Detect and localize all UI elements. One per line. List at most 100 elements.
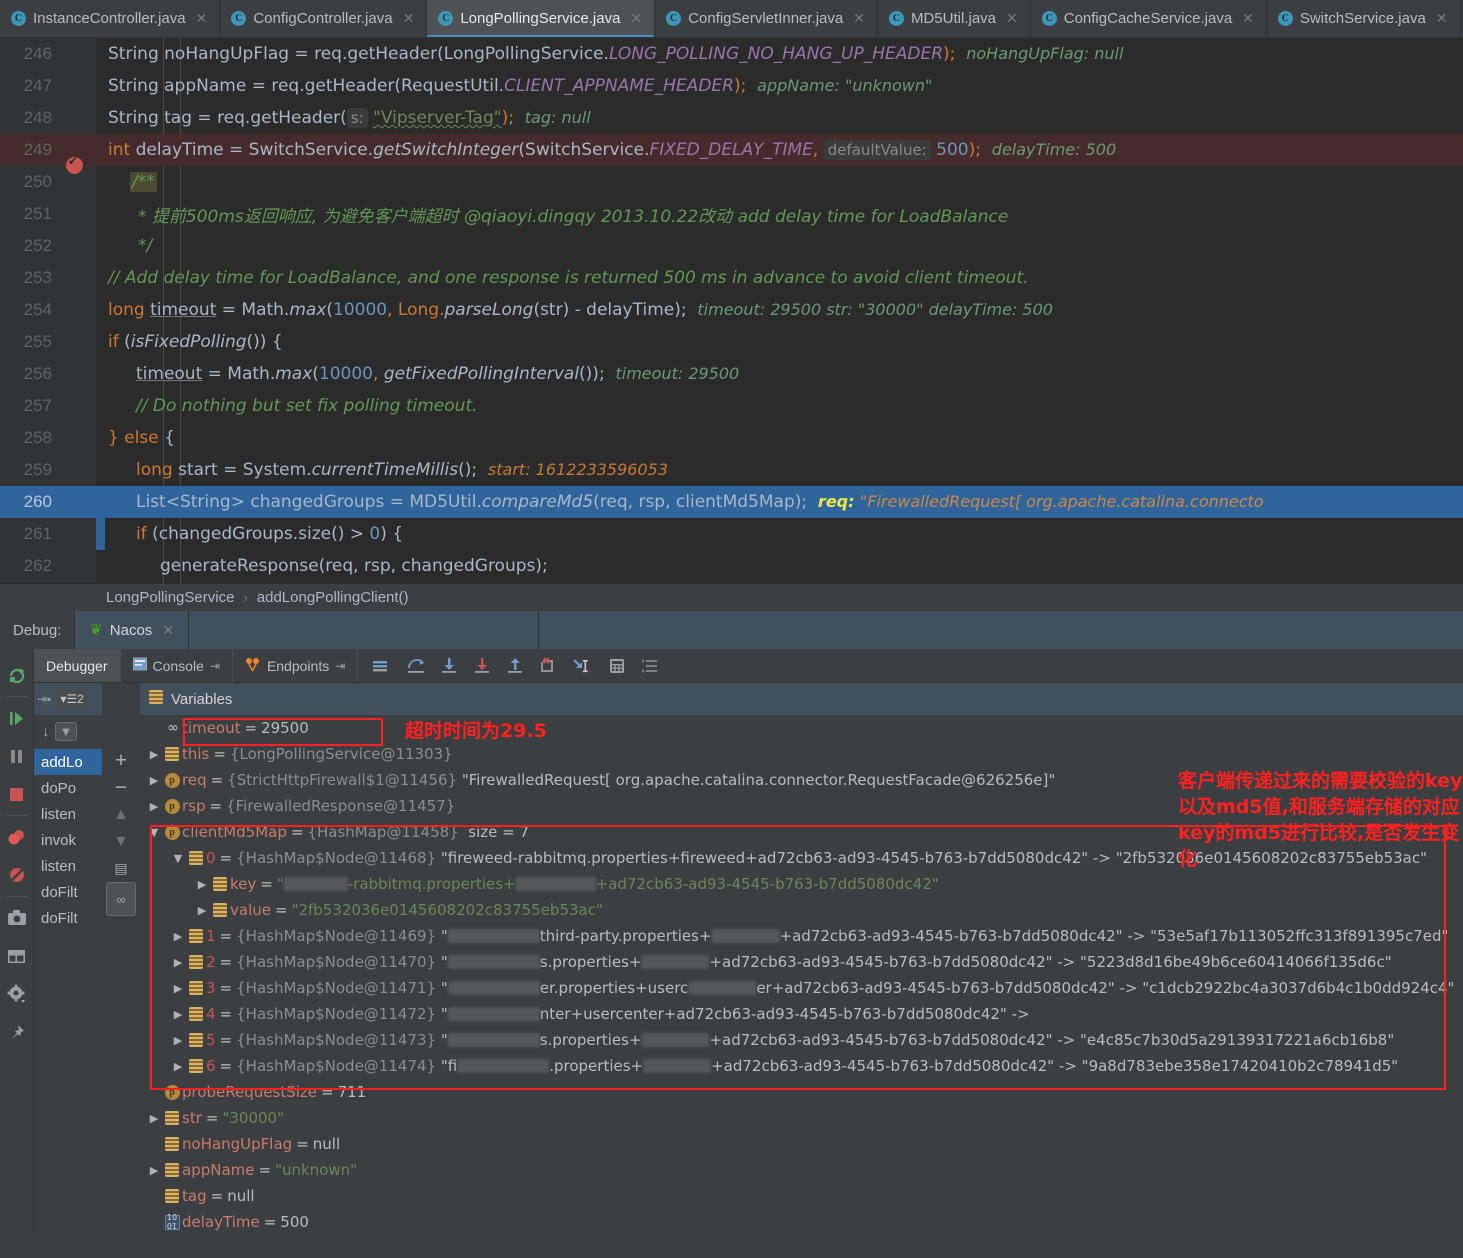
close-icon[interactable]: ✕ — [853, 10, 865, 27]
code-line[interactable]: 259 long start = System.currentTimeMilli… — [0, 454, 1463, 486]
variable-row[interactable]: ▶ 5 = {HashMap$Node@11473} " s.properties+ +a… — [140, 1027, 1463, 1053]
code-line[interactable]: 246 String noHangUpFlag = req.getHeader(… — [0, 38, 1463, 70]
variable-row[interactable]: ▶ value = "2fb532036e0145608202c83755eb53ac… — [140, 897, 1463, 923]
variable-row[interactable]: ▶ 4 = {HashMap$Node@11472} " nter+usercenter… — [140, 1001, 1463, 1027]
expand-arrow-icon[interactable]: ▶ — [170, 930, 186, 943]
tab-debugger[interactable]: Debugger — [34, 649, 121, 682]
expand-arrow-icon[interactable]: ▶ — [170, 1008, 186, 1021]
settings-icon[interactable] — [2, 975, 32, 1013]
expand-arrow-icon[interactable]: ▶ — [194, 878, 210, 891]
expand-arrow-icon[interactable]: ▶ — [146, 1086, 162, 1099]
evaluate-expression-icon[interactable] — [601, 651, 632, 681]
expand-arrow-icon[interactable]: ▶ — [146, 722, 162, 735]
frame-item[interactable]: invok — [34, 827, 102, 853]
expand-arrow-icon[interactable]: ▼ — [170, 852, 186, 865]
code-editor[interactable]: 246 String noHangUpFlag = req.getHeader(… — [0, 38, 1463, 583]
frames-list[interactable]: addLo doPo listen invok listen doFilt do… — [34, 747, 102, 1232]
editor-tab-instancecontroller-java[interactable]: C InstanceController.java ✕ — [0, 0, 221, 37]
editor-tab-longpollingservice-java[interactable]: C LongPollingService.java ✕ — [427, 0, 656, 37]
expand-arrow-icon[interactable]: ▶ — [146, 748, 162, 761]
frame-item[interactable]: doFilt — [34, 905, 102, 931]
code-line[interactable]: 262 generateResponse(req, rsp, changedGr… — [0, 550, 1463, 582]
code-line[interactable]: 257 // Do nothing but set fix polling ti… — [0, 390, 1463, 422]
expand-arrow-icon[interactable]: ▶ — [146, 800, 162, 813]
code-line-breakpoint[interactable]: 249 int delayTime = SwitchService.getSwi… — [0, 134, 1463, 174]
expand-arrow-icon[interactable]: ▶ — [170, 956, 186, 969]
variable-row[interactable]: ▶ 6 = {HashMap$Node@11474} "fi .properties+ +… — [140, 1053, 1463, 1079]
code-line[interactable]: 252 */ — [0, 230, 1463, 262]
breadcrumb[interactable]: LongPollingService › addLongPollingClien… — [0, 583, 1463, 611]
move-down-icon[interactable]: ▼ — [105, 828, 137, 855]
code-line[interactable]: 250 /** — [0, 166, 1463, 198]
code-line[interactable]: 261 if (changedGroups.size() > 0) { — [0, 518, 1463, 550]
expand-arrow-icon[interactable]: ▼ — [146, 826, 162, 839]
variable-row[interactable]: ▶1001delayTime=500 — [140, 1209, 1463, 1232]
variables-side-toolbar[interactable]: + − ▲ ▼ ▤ ∞ — [102, 683, 140, 1232]
expand-arrow-icon[interactable]: ▶ — [146, 1112, 162, 1125]
close-icon[interactable]: ✕ — [403, 10, 415, 27]
inspect-icon[interactable]: ∞ — [106, 882, 136, 916]
mute-breakpoints-icon[interactable] — [2, 856, 32, 894]
rerun-icon[interactable] — [2, 656, 32, 694]
variable-row[interactable]: ▶ 1 = {HashMap$Node@11469} " third-party.pro… — [140, 923, 1463, 949]
code-line[interactable]: 247 String appName = req.getHeader(Reque… — [0, 70, 1463, 102]
pause-program-icon[interactable] — [2, 737, 32, 775]
pin-icon[interactable] — [2, 1013, 32, 1051]
variable-row[interactable]: ▶pprobeRequestSize=711 — [140, 1079, 1463, 1105]
close-icon[interactable]: ✕ — [162, 622, 174, 639]
filter-frames-icon[interactable]: ▼ — [54, 721, 78, 741]
expand-arrow-icon[interactable]: ▶ — [146, 1190, 162, 1203]
sort-frames-icon[interactable]: ↓ — [42, 723, 50, 740]
code-line[interactable]: 248 String tag = req.getHeader(s: "Vipse… — [0, 102, 1463, 134]
code-line[interactable]: 258 } else { — [0, 422, 1463, 454]
variable-row[interactable]: ▶ ∞timeout=29500 — [140, 715, 1463, 741]
variable-row[interactable]: ▶ tag=null — [140, 1183, 1463, 1209]
step-out-icon[interactable] — [499, 651, 530, 681]
expand-arrow-icon[interactable]: ▶ — [146, 774, 162, 787]
variable-row[interactable]: ▶ key = " -rabbitmq.properties+ +ad72cb63-ad9… — [140, 871, 1463, 897]
expand-arrow-icon[interactable]: ▶ — [146, 1216, 162, 1229]
close-icon[interactable]: ✕ — [1436, 10, 1448, 27]
tab-console[interactable]: Console ⇥ — [121, 649, 233, 682]
editor-tab-configcontroller-java[interactable]: C ConfigController.java ✕ — [220, 0, 428, 37]
variable-row[interactable]: ▶ noHangUpFlag=null — [140, 1131, 1463, 1157]
add-watch-icon[interactable]: + — [105, 747, 137, 774]
show-execution-point-icon[interactable] — [364, 651, 395, 681]
code-line[interactable]: 253 // Add delay time for LoadBalance, a… — [0, 262, 1463, 294]
debug-left-toolbar[interactable] — [0, 649, 34, 1232]
step-over-icon[interactable] — [400, 651, 431, 681]
variable-row[interactable]: ▶ this = {LongPollingService@11303} — [140, 741, 1463, 767]
breadcrumb-class[interactable]: LongPollingService — [106, 589, 234, 606]
expand-arrow-icon[interactable]: ▶ — [194, 904, 210, 917]
editor-tab-switchservice-java[interactable]: C SwitchService.java ✕ — [1267, 0, 1461, 37]
thread-selector[interactable]: ▾☰2 — [55, 690, 89, 708]
close-icon[interactable]: ✕ — [1006, 10, 1018, 27]
code-line-current[interactable]: 260 List<String> changedGroups = MD5Util… — [0, 486, 1463, 518]
layout-icon[interactable] — [2, 937, 32, 975]
frames-panel[interactable]: ⇥▪ ▾☰2 ↓ ▼ addLo doPo listen invok liste… — [34, 683, 102, 1232]
frame-item[interactable]: listen — [34, 801, 102, 827]
close-icon[interactable]: ✕ — [630, 10, 642, 27]
breadcrumb-method[interactable]: addLongPollingClient() — [257, 589, 409, 606]
code-line[interactable]: 255 if (isFixedPolling()) { — [0, 326, 1463, 358]
remove-watch-icon[interactable]: − — [105, 774, 137, 801]
expand-arrow-icon[interactable]: ▶ — [170, 1034, 186, 1047]
expand-arrow-icon[interactable]: ▶ — [146, 1164, 162, 1177]
move-up-icon[interactable]: ▲ — [105, 801, 137, 828]
frame-item[interactable]: listen — [34, 853, 102, 879]
editor-tab-configservletinner-java[interactable]: C ConfigServletInner.java ✕ — [655, 0, 878, 37]
variable-row[interactable]: ▶ appName = "unknown" — [140, 1157, 1463, 1183]
stop-icon[interactable] — [2, 775, 32, 813]
variable-row[interactable]: ▶ 3 = {HashMap$Node@11471} " er.properties+u… — [140, 975, 1463, 1001]
resume-program-icon[interactable] — [2, 699, 32, 737]
variable-row[interactable]: ▶ 2 = {HashMap$Node@11470} " s.properties+ +a… — [140, 949, 1463, 975]
step-into-icon[interactable] — [433, 651, 464, 681]
screenshot-icon[interactable] — [2, 899, 32, 937]
variable-row[interactable]: ▶ str = "30000" — [140, 1105, 1463, 1131]
debug-session-tab[interactable]: ❦ Nacos ✕ — [74, 611, 190, 649]
variables-list[interactable]: ▶∞timeout=29500▶this={LongPollingService… — [140, 715, 1463, 1232]
expand-arrow-icon[interactable]: ▶ — [170, 1060, 186, 1073]
variables-panel[interactable]: Variables ▶∞timeout=29500▶this={LongPoll… — [140, 683, 1463, 1232]
step-icon[interactable]: ⇥▪ — [37, 692, 51, 706]
code-line[interactable]: 254 long timeout = Math.max(10000, Long.… — [0, 294, 1463, 326]
